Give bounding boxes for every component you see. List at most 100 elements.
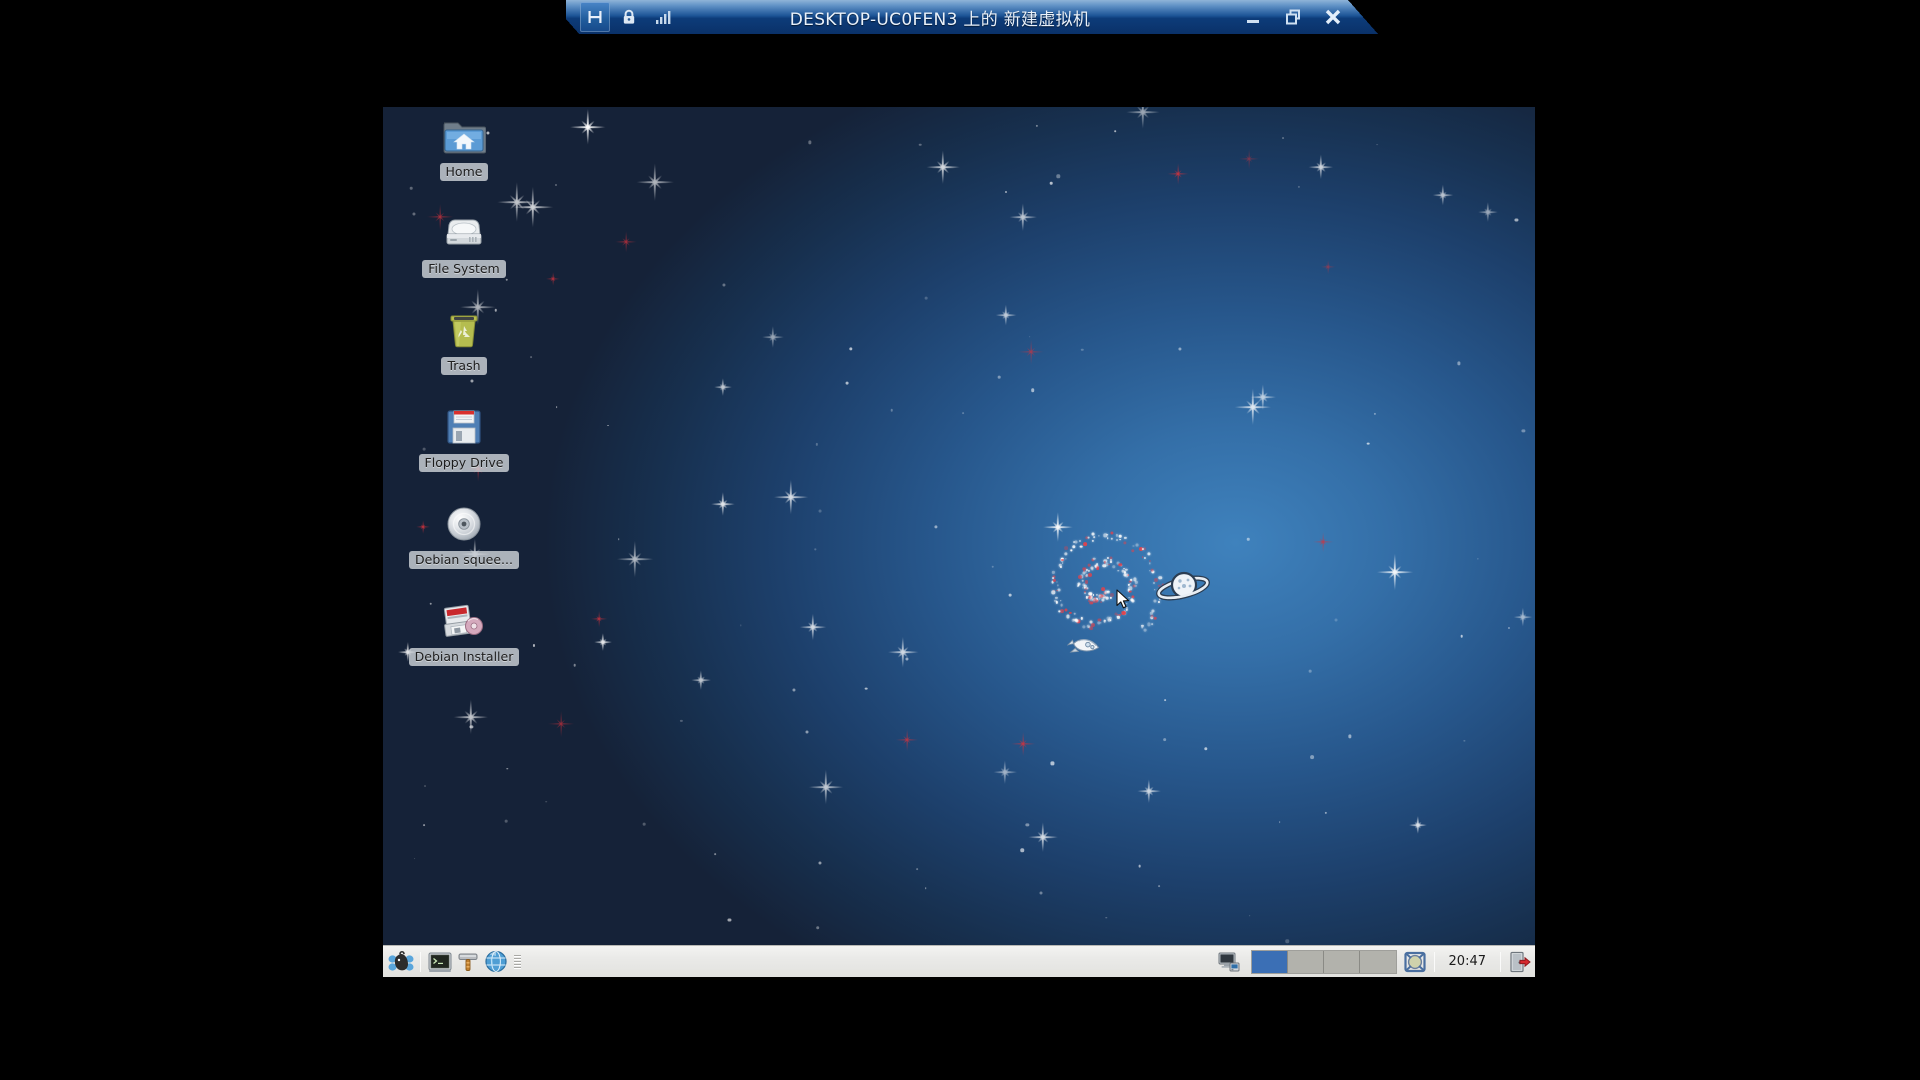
taskbar-handle[interactable] xyxy=(514,951,522,973)
galaxy-particle xyxy=(1149,562,1151,565)
restore-button[interactable] xyxy=(1282,6,1304,28)
taskbar-window-buttons-area[interactable] xyxy=(528,946,1211,977)
galaxy-particle xyxy=(1084,586,1088,591)
wallpaper-star-dot xyxy=(1049,181,1053,185)
galaxy-particle xyxy=(1143,628,1147,632)
galaxy-particle xyxy=(1065,558,1067,560)
galaxy-particle xyxy=(1117,569,1120,572)
wallpaper-star-dot xyxy=(1178,347,1182,351)
galaxy-particle xyxy=(1153,616,1157,620)
launcher-settings[interactable] xyxy=(454,948,482,976)
wallpaper-galaxy-spiral xyxy=(1041,527,1165,647)
close-button[interactable] xyxy=(1322,6,1344,28)
galaxy-particle xyxy=(1110,531,1114,535)
wallpaper-star-dot xyxy=(506,768,508,770)
wallpaper-star-dot xyxy=(997,376,1001,379)
wallpaper-star-dot xyxy=(919,143,922,146)
cdrom-icon xyxy=(440,500,488,548)
galaxy-particle xyxy=(1110,560,1113,563)
wallpaper-star-dot xyxy=(905,657,909,661)
workspace-1[interactable] xyxy=(1251,950,1288,973)
galaxy-particle xyxy=(1066,614,1070,618)
wallpaper-star-dot xyxy=(805,730,809,734)
wallpaper-rocket-icon xyxy=(1066,634,1101,664)
wallpaper-star-dot xyxy=(1164,699,1167,702)
galaxy-particle xyxy=(1092,539,1095,542)
wallpaper-starfield xyxy=(383,107,1535,945)
workspace-switcher[interactable] xyxy=(1250,949,1397,974)
galaxy-particle xyxy=(1059,566,1062,569)
harddisk-icon xyxy=(440,209,488,257)
signal-bars-icon[interactable] xyxy=(648,2,678,32)
wallpaper-star-dot xyxy=(722,282,726,287)
minimize-button[interactable] xyxy=(1242,6,1264,28)
taskbar-separator xyxy=(1500,951,1501,972)
workspace-4[interactable] xyxy=(1359,950,1396,973)
desktop-icon-home[interactable]: Home xyxy=(409,112,519,181)
workspace-3[interactable] xyxy=(1323,950,1360,973)
galaxy-particle xyxy=(1135,544,1139,547)
desktop-icon-file-system[interactable]: File System xyxy=(409,209,519,278)
galaxy-particle xyxy=(1089,601,1094,605)
galaxy-particle xyxy=(1072,545,1076,549)
system-tray xyxy=(1211,948,1247,976)
galaxy-particle xyxy=(1081,579,1084,582)
desktop-icon-floppy-drive[interactable]: Floppy Drive xyxy=(409,403,519,472)
galaxy-particle xyxy=(1080,617,1084,620)
desktop-icon-label: Home xyxy=(439,163,489,181)
tray-network-icon[interactable] xyxy=(1215,948,1243,976)
floppy-icon xyxy=(440,403,488,451)
galaxy-particle xyxy=(1085,596,1088,599)
pin-icon[interactable] xyxy=(580,2,610,32)
wallpaper-star-dot xyxy=(1114,130,1117,133)
wallpaper-star-dot xyxy=(815,443,819,446)
galaxy-particle xyxy=(1063,546,1068,550)
galaxy-particle xyxy=(1106,590,1110,594)
wallpaper-star-dot xyxy=(740,624,742,627)
wallpaper-star-dot xyxy=(469,725,474,729)
logout-button[interactable] xyxy=(1506,949,1532,975)
clock[interactable]: 20:47 xyxy=(1440,954,1495,969)
wallpaper-star-dot xyxy=(924,296,928,300)
vmware-titlebar[interactable]: DESKTOP-UC0FEN3 上的 新建虚拟机 xyxy=(566,0,1378,34)
galaxy-particle xyxy=(1090,596,1094,599)
launcher-terminal[interactable] xyxy=(426,948,454,976)
wallpaper-star-dot xyxy=(924,887,927,889)
show-desktop-button[interactable] xyxy=(1401,948,1429,976)
launcher-web-browser[interactable] xyxy=(482,948,510,976)
wallpaper-star-dot xyxy=(1247,537,1250,541)
galaxy-particle xyxy=(1055,601,1058,604)
galaxy-particle xyxy=(1115,538,1118,541)
galaxy-particle xyxy=(1055,596,1058,599)
workspace-2[interactable] xyxy=(1287,950,1324,973)
trash-icon xyxy=(440,306,488,354)
galaxy-particle xyxy=(1093,599,1098,604)
galaxy-particle xyxy=(1132,544,1135,547)
wallpaper-star-dot xyxy=(890,408,893,412)
wallpaper-saturn-icon xyxy=(1155,569,1211,611)
guest-taskbar[interactable]: 20:47 xyxy=(383,945,1535,977)
galaxy-particle xyxy=(1074,540,1078,544)
wallpaper-star-dot xyxy=(818,861,822,865)
desktop-icon-debian-installer[interactable]: Debian Installer xyxy=(408,597,520,666)
galaxy-particle xyxy=(1069,611,1072,615)
guest-desktop[interactable]: Home File System Trash Floppy Drive Debi… xyxy=(383,107,1535,945)
wallpaper-star-dot xyxy=(1514,218,1518,222)
galaxy-particle xyxy=(1057,588,1061,592)
lock-icon[interactable] xyxy=(614,2,644,32)
galaxy-particle xyxy=(1052,571,1055,574)
wallpaper-star-dot xyxy=(848,347,853,351)
galaxy-particle xyxy=(1077,583,1080,586)
applications-menu-button[interactable] xyxy=(387,948,415,976)
galaxy-particle xyxy=(1089,620,1093,624)
wallpaper-star-dot xyxy=(1248,914,1251,917)
wallpaper-star-dot xyxy=(1004,191,1007,194)
desktop-icon-trash[interactable]: Trash xyxy=(409,306,519,375)
wallpaper-star-dot xyxy=(845,381,849,385)
galaxy-particle xyxy=(1118,534,1122,538)
wallpaper-star-dot xyxy=(815,926,820,930)
wallpaper-star-dot xyxy=(1285,939,1289,943)
desktop-icon-debian-squeeze[interactable]: Debian squee... xyxy=(409,500,519,569)
wallpaper-star-dot xyxy=(413,857,416,860)
wallpaper-star-dot xyxy=(1020,848,1025,852)
